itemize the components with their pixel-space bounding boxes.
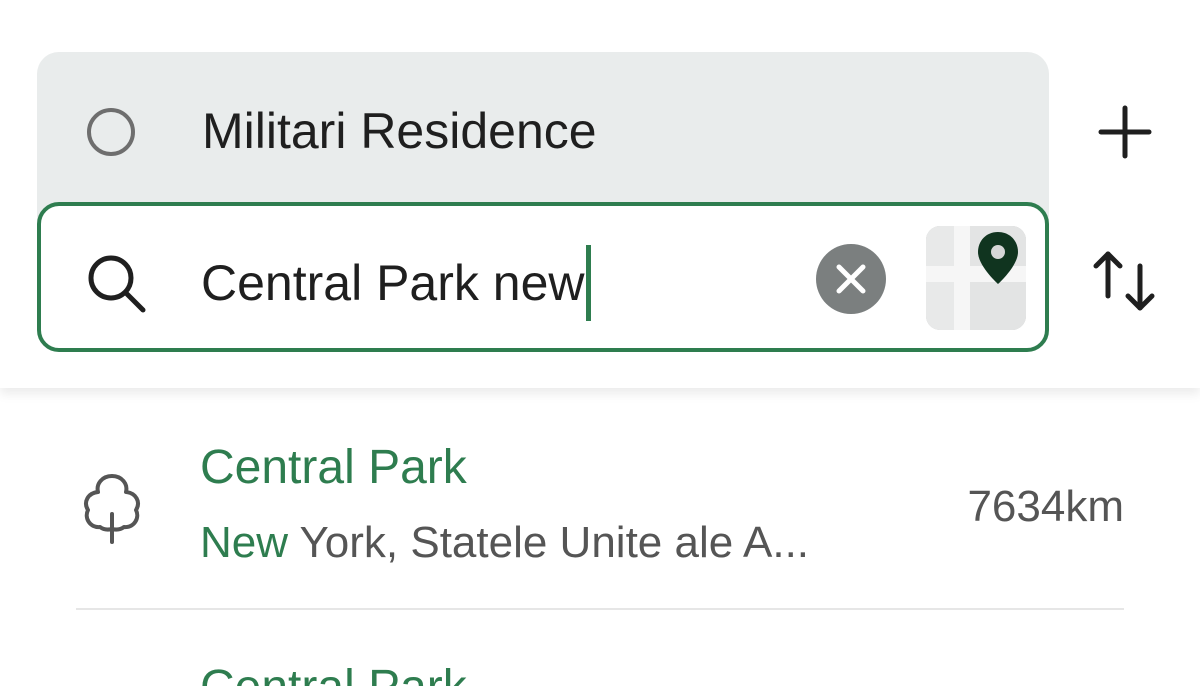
add-stop-button[interactable]	[1095, 102, 1155, 162]
result-subtitle-rest: York, Statele Unite ale A...	[288, 518, 810, 567]
result-distance: 7634km	[967, 482, 1124, 531]
result-subtitle: New York, Statele Unite ale A...	[200, 516, 809, 570]
destination-input-value: Central Park new	[201, 255, 585, 311]
origin-label: Militari Residence	[202, 103, 597, 159]
map-pin-icon	[926, 226, 1026, 330]
text-caret	[585, 245, 591, 321]
swap-icon	[1093, 251, 1155, 311]
clear-button[interactable]	[816, 244, 886, 314]
route-header: Militari Residence Central Park new	[0, 0, 1200, 388]
tree-icon	[84, 474, 140, 544]
circle-icon	[87, 108, 135, 156]
destination-input[interactable]: Central Park new	[201, 245, 591, 321]
plus-icon	[1098, 105, 1152, 159]
result-title: Central Park	[200, 441, 467, 494]
search-icon	[88, 255, 146, 313]
result-title[interactable]: Central Park	[200, 660, 467, 686]
origin-field[interactable]: Militari Residence	[37, 52, 1049, 202]
destination-field[interactable]: Central Park new	[37, 202, 1049, 352]
swap-button[interactable]	[1088, 246, 1162, 316]
result-divider	[76, 608, 1124, 610]
result-subtitle-match: New	[200, 518, 289, 567]
map-picker-button[interactable]	[926, 226, 1026, 330]
clear-icon	[836, 264, 866, 294]
search-results: Central Park New York, Statele Unite ale…	[0, 388, 1200, 686]
result-item[interactable]: Central Park New York, Statele Unite ale…	[0, 388, 1200, 610]
